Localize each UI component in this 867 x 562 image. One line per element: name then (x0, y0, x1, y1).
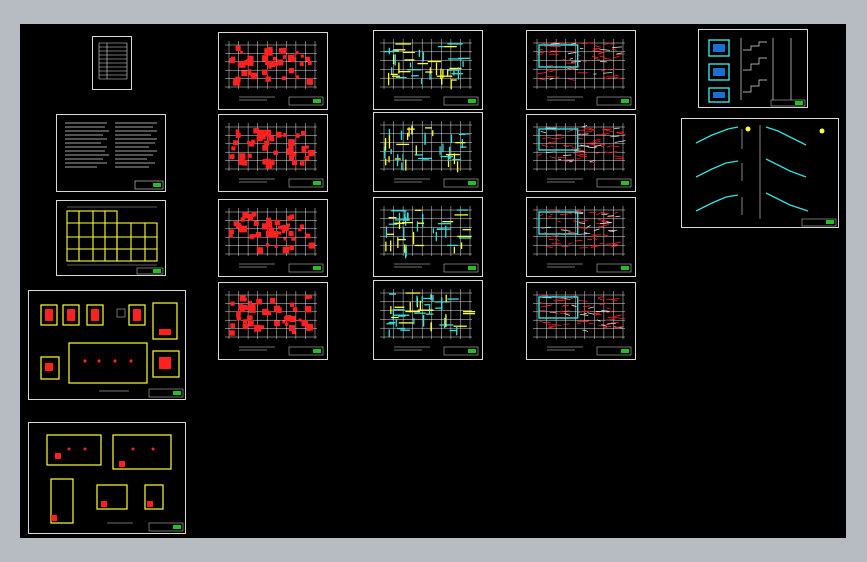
column-plan-sheet-3[interactable] (218, 199, 328, 277)
slab-plan-sheet-1[interactable] (526, 30, 636, 110)
stair-detail-sheet[interactable] (681, 118, 839, 228)
column-plan-sheet-2[interactable] (218, 114, 328, 192)
stair-detail-graphic (695, 125, 837, 227)
beam-plan-sheet-2[interactable] (373, 112, 483, 192)
foundation-plan-graphic (66, 206, 164, 275)
column-plan-graphic (225, 123, 324, 188)
column-plan-sheet-4[interactable] (218, 282, 328, 360)
slab-plan-graphic (533, 291, 632, 356)
slab-plan-graphic (533, 39, 632, 106)
index-table-graphic (98, 42, 128, 80)
slab-plan-graphic (533, 123, 632, 188)
column-plan-graphic (225, 208, 324, 273)
column-plan-sheet-1[interactable] (218, 32, 328, 110)
column-plan-graphic (225, 291, 324, 356)
foundation-plan-sheet[interactable] (56, 200, 166, 276)
beam-plan-sheet-3[interactable] (373, 197, 483, 277)
column-detail-graphic-2 (46, 434, 184, 532)
slab-plan-sheet-3[interactable] (526, 197, 636, 277)
beam-plan-graphic (380, 121, 479, 188)
stair-section-sheet[interactable] (698, 29, 808, 108)
beam-plan-graphic (380, 206, 479, 273)
column-detail-sheet-1[interactable] (28, 290, 186, 400)
stair-section-graphic (708, 38, 806, 107)
column-detail-sheet-2[interactable] (28, 422, 186, 534)
beam-plan-sheet-1[interactable] (373, 30, 483, 110)
slab-plan-graphic (533, 206, 632, 273)
beam-plan-graphic (380, 289, 479, 356)
column-plan-graphic (225, 41, 324, 106)
design-notes-sheet[interactable] (56, 114, 166, 192)
notes-text-graphic (65, 122, 164, 190)
slab-plan-sheet-2[interactable] (526, 114, 636, 192)
column-detail-graphic-1 (40, 302, 184, 398)
beam-plan-graphic (380, 39, 479, 106)
drawing-index-sheet[interactable] (92, 36, 132, 90)
slab-plan-sheet-4[interactable] (526, 282, 636, 360)
beam-plan-sheet-4[interactable] (373, 280, 483, 360)
cad-model-space[interactable] (20, 24, 846, 538)
